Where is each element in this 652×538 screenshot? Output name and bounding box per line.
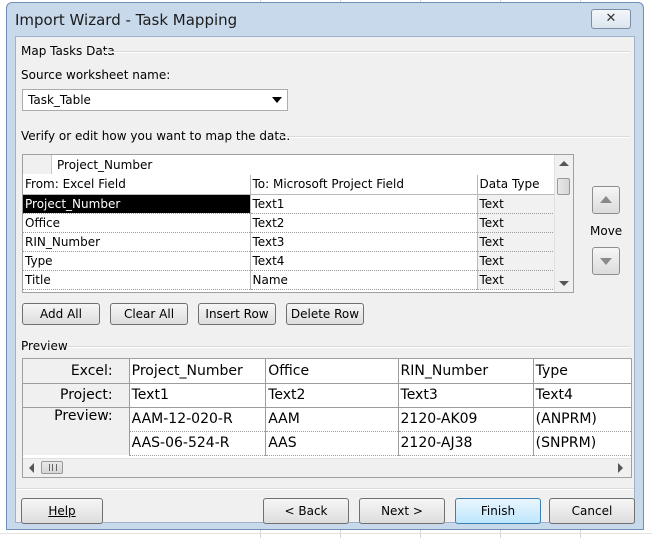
from-field-cell[interactable]: Project_Number [23, 194, 251, 214]
move-up-button[interactable] [592, 186, 620, 214]
datatype-cell: Text [477, 194, 556, 214]
mapping-grid: Project_Number From: Excel Field To: Mic… [22, 154, 574, 293]
to-field-cell[interactable]: Text2 [250, 213, 478, 233]
preview-data-row: Preview: AAM-12-020-R AAM 2120-AK09 (ANP… [23, 407, 631, 455]
preview-cell: Text1 [129, 383, 267, 408]
preview-cell: Project_Number [129, 359, 267, 384]
preview-cell: 2120-AJ38 [398, 431, 534, 456]
preview-grid: Excel: Project_Number Office RIN_Number … [22, 358, 632, 478]
preview-row-label: Preview: [23, 407, 130, 455]
arrow-down-icon [600, 258, 612, 265]
close-button[interactable]: ✕ [591, 9, 631, 29]
excel-row-label: Excel: [23, 359, 130, 384]
to-field-cell[interactable]: Text3 [250, 232, 478, 252]
grid-edit-value[interactable]: Project_Number [57, 158, 152, 172]
arrow-up-icon [600, 196, 612, 203]
divider [281, 136, 630, 138]
table-row[interactable]: Office Text2 Text [23, 213, 556, 233]
preview-cell: Text2 [265, 383, 399, 408]
import-wizard-dialog: Import Wizard - Task Mapping ✕ Map Tasks… [6, 2, 644, 530]
table-row[interactable]: Project_Number Text1 Text [23, 194, 556, 214]
move-down-button[interactable] [592, 247, 620, 275]
scroll-up-icon[interactable] [559, 161, 569, 166]
help-button-label: Help [48, 504, 76, 518]
from-field-cell[interactable]: Title [23, 270, 251, 290]
project-row-label: Project: [23, 383, 130, 408]
preview-excel-row: Excel: Project_Number Office RIN_Number … [23, 359, 631, 384]
divider [16, 488, 634, 490]
preview-cell: Type [533, 359, 631, 384]
preview-cell: Text4 [533, 383, 631, 408]
table-row[interactable]: Title Name Text [23, 270, 556, 290]
preview-cell: (ANPRM) [533, 407, 631, 432]
mapping-vertical-scrollbar[interactable] [554, 155, 573, 292]
datatype-cell: Text [477, 213, 556, 233]
preview-cell: AAS [265, 431, 399, 456]
divider [104, 51, 630, 53]
insert-row-button[interactable]: Insert Row [198, 303, 276, 325]
preview-cell: Text3 [398, 383, 534, 408]
column-header-from[interactable]: From: Excel Field [23, 175, 251, 195]
column-header-to[interactable]: To: Microsoft Project Field [250, 175, 478, 195]
section-heading: Map Tasks Data [21, 44, 115, 58]
chevron-down-icon [272, 97, 282, 103]
source-worksheet-label: Source worksheet name: [21, 68, 171, 82]
grip-icon [49, 464, 57, 471]
datatype-cell: Text [477, 270, 556, 290]
to-field-cell[interactable]: Text4 [250, 251, 478, 271]
grid-corner [23, 155, 52, 174]
title-bar: Import Wizard - Task Mapping ✕ [7, 3, 643, 37]
to-field-cell[interactable]: Text1 [250, 194, 478, 214]
source-worksheet-select[interactable]: Task_Table [22, 89, 288, 111]
close-icon: ✕ [605, 11, 617, 26]
from-field-cell[interactable]: Office [23, 213, 251, 233]
back-button[interactable]: < Back [263, 498, 349, 524]
cancel-button[interactable]: Cancel [549, 498, 635, 524]
preview-cell: 2120-AK09 [398, 407, 534, 432]
mapping-header-row: From: Excel Field To: Microsoft Project … [23, 175, 556, 195]
table-row[interactable]: Type Text4 Text [23, 251, 556, 271]
finish-button[interactable]: Finish [455, 498, 541, 524]
scroll-thumb[interactable] [557, 178, 570, 195]
mapping-table: From: Excel Field To: Microsoft Project … [23, 175, 556, 290]
dialog-body: Map Tasks Data Source worksheet name: Ta… [15, 36, 635, 524]
to-field-cell[interactable]: Name [250, 270, 478, 290]
preview-horizontal-scrollbar[interactable] [23, 458, 631, 477]
preview-cell: AAS-06-524-R [129, 431, 267, 456]
datatype-cell: Text [477, 251, 556, 271]
grid-edit-bar: Project_Number [23, 155, 555, 176]
preview-project-row: Project: Text1 Text2 Text3 Text4 [23, 383, 631, 408]
window-title: Import Wizard - Task Mapping [15, 11, 238, 29]
help-button[interactable]: Help [21, 498, 103, 524]
clear-all-button[interactable]: Clear All [110, 303, 188, 325]
scroll-left-icon[interactable] [29, 463, 34, 473]
verify-label: Verify or edit how you want to map the d… [21, 129, 291, 143]
scroll-thumb[interactable] [41, 461, 63, 474]
table-row[interactable]: RIN_Number Text3 Text [23, 232, 556, 252]
divider [68, 346, 630, 348]
next-button[interactable]: Next > [359, 498, 445, 524]
add-all-button[interactable]: Add All [22, 303, 100, 325]
move-label: Move [590, 224, 623, 238]
preview-table: Excel: Project_Number Office RIN_Number … [23, 359, 631, 456]
preview-cell: Office [265, 359, 399, 384]
from-field-cell[interactable]: Type [23, 251, 251, 271]
preview-label: Preview [21, 339, 68, 353]
scroll-down-icon[interactable] [559, 281, 569, 286]
from-field-cell[interactable]: RIN_Number [23, 232, 251, 252]
source-worksheet-value: Task_Table [28, 93, 91, 107]
delete-row-button[interactable]: Delete Row [286, 303, 364, 325]
column-header-datatype[interactable]: Data Type [477, 175, 556, 195]
preview-cell: AAM-12-020-R [129, 407, 267, 432]
datatype-cell: Text [477, 232, 556, 252]
preview-cell: (SNPRM) [533, 431, 631, 456]
preview-cell: AAM [265, 407, 399, 432]
preview-cell: RIN_Number [398, 359, 534, 384]
scroll-right-icon[interactable] [618, 463, 623, 473]
